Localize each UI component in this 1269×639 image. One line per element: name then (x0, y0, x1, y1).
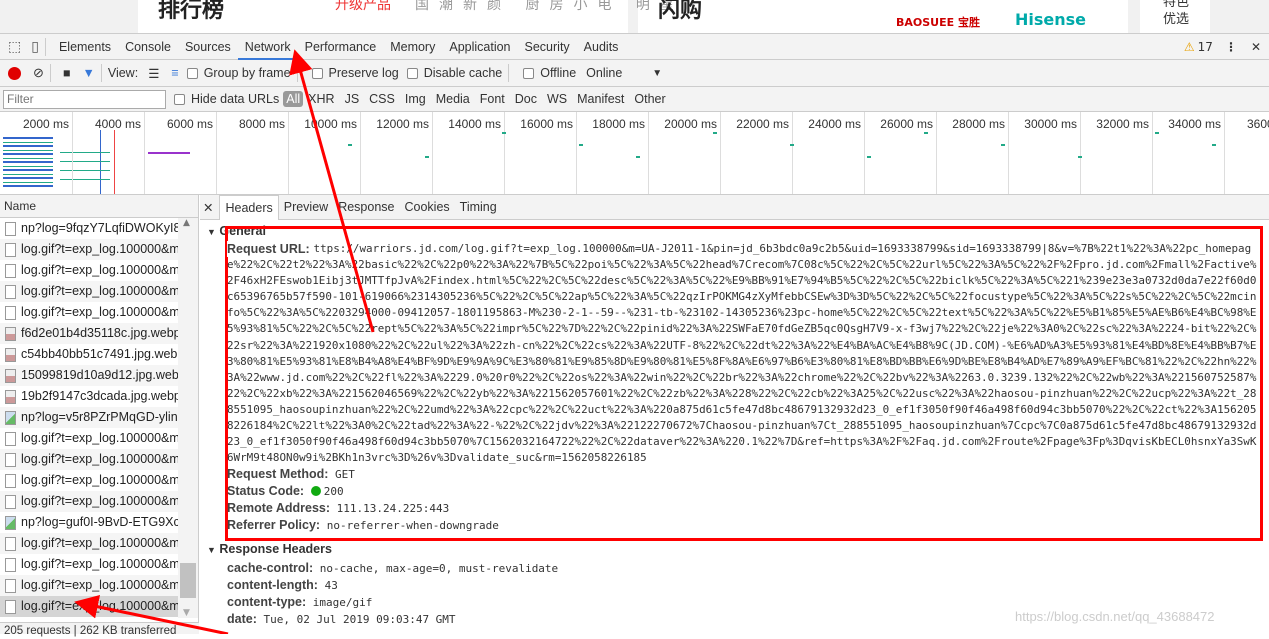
arrow-to-network-tab (289, 49, 375, 333)
annotation-arrows (74, 49, 375, 634)
arrow-to-selected-request (74, 594, 229, 634)
